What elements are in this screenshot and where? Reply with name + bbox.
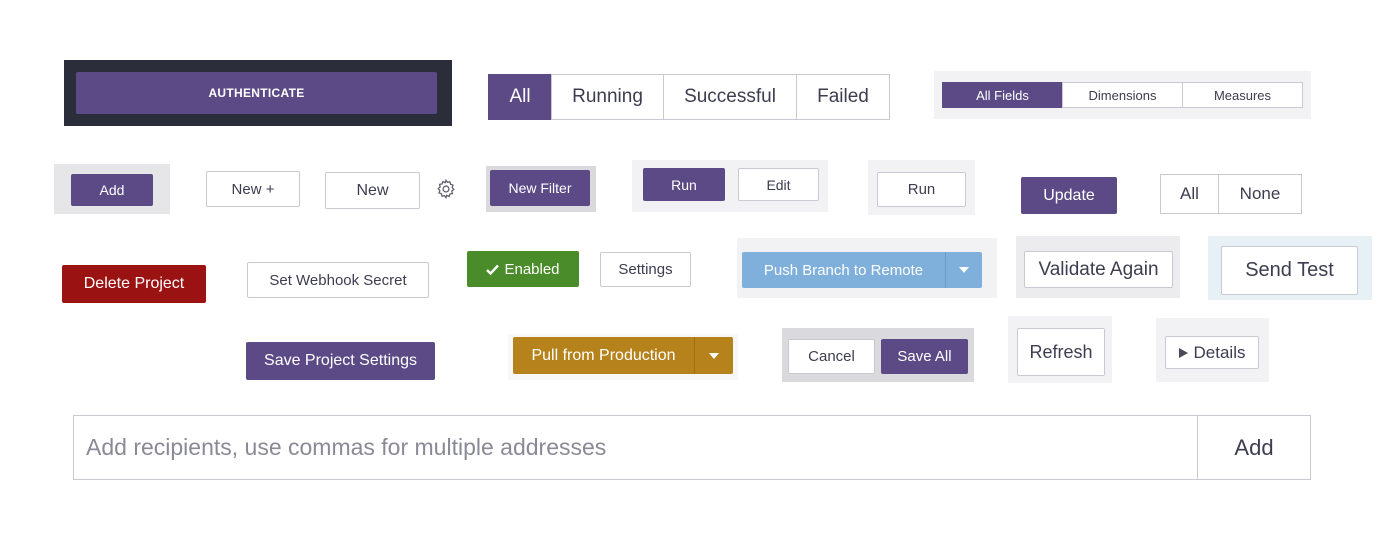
send-test-label: Send Test	[1245, 259, 1334, 281]
enabled-label: Enabled	[504, 260, 560, 278]
add-panel: Add	[54, 164, 170, 214]
status-filter-running-label: Running	[572, 86, 643, 107]
refresh-panel: Refresh	[1008, 316, 1112, 383]
authenticate-frame: AUTHENTICATE	[64, 60, 452, 126]
new-filter-button[interactable]: New Filter	[490, 170, 590, 206]
push-branch-label: Push Branch to Remote	[763, 261, 924, 279]
status-filter-all[interactable]: All	[488, 74, 552, 120]
authenticate-label: AUTHENTICATE	[208, 86, 305, 100]
cancel-label: Cancel	[808, 348, 855, 365]
add-button[interactable]: Add	[71, 174, 153, 206]
run-label: Run	[671, 176, 697, 193]
authenticate-button[interactable]: AUTHENTICATE	[76, 72, 437, 114]
pull-production-label: Pull from Production	[531, 346, 676, 364]
recipients-input[interactable]	[74, 416, 1197, 479]
cancel-button[interactable]: Cancel	[788, 339, 875, 374]
field-filter-all-fields-label: All Fields	[976, 87, 1029, 103]
check-icon	[486, 264, 500, 275]
edit-label: Edit	[766, 176, 791, 193]
save-all-button[interactable]: Save All	[881, 339, 968, 374]
run-edit-panel: Run Edit	[632, 160, 828, 212]
add-button-label: Add	[99, 182, 125, 198]
all-label: All	[1180, 184, 1199, 203]
all-none-group: All None	[1160, 174, 1302, 214]
play-triangle-icon	[1178, 347, 1188, 358]
caret-down-icon	[959, 267, 969, 273]
status-filter-successful[interactable]: Successful	[663, 74, 797, 120]
recipients-input-group: Add	[73, 415, 1311, 480]
new-button[interactable]: New	[325, 172, 420, 209]
pull-production-dropdown[interactable]	[695, 337, 733, 374]
update-label: Update	[1043, 186, 1095, 204]
push-branch-split-button: Push Branch to Remote	[742, 252, 982, 288]
new-label: New	[356, 181, 389, 199]
field-filter-group: All Fields Dimensions Measures	[942, 82, 1303, 108]
new-plus-label: New +	[231, 180, 275, 198]
push-branch-panel: Push Branch to Remote	[737, 238, 997, 298]
settings-button[interactable]: Settings	[600, 252, 691, 287]
run-outline-label: Run	[907, 181, 936, 198]
set-webhook-secret-button[interactable]: Set Webhook Secret	[247, 262, 429, 298]
status-filter-failed[interactable]: Failed	[796, 74, 890, 120]
none-label: None	[1239, 184, 1281, 203]
details-label: Details	[1193, 342, 1246, 362]
recipients-add-button[interactable]: Add	[1197, 416, 1310, 479]
cancel-save-panel: Cancel Save All	[782, 328, 974, 382]
field-filter-measures[interactable]: Measures	[1182, 82, 1303, 108]
details-panel: Details	[1156, 318, 1269, 382]
save-project-settings-label: Save Project Settings	[264, 352, 417, 369]
settings-label: Settings	[618, 261, 673, 278]
none-button[interactable]: None	[1218, 174, 1302, 214]
pull-production-panel: Pull from Production	[508, 334, 738, 380]
push-branch-dropdown[interactable]	[946, 252, 982, 288]
field-filter-all-fields[interactable]: All Fields	[942, 82, 1063, 108]
pull-production-split-button: Pull from Production	[513, 337, 733, 374]
caret-down-icon	[709, 352, 719, 359]
field-filter-measures-label: Measures	[1213, 87, 1272, 103]
new-filter-panel: New Filter	[486, 166, 596, 212]
status-filter-all-label: All	[509, 86, 531, 107]
field-filter-dimensions[interactable]: Dimensions	[1062, 82, 1183, 108]
field-filter-panel: All Fields Dimensions Measures	[934, 71, 1311, 119]
validate-again-label: Validate Again	[1038, 258, 1159, 280]
new-plus-button[interactable]: New +	[206, 171, 300, 207]
save-project-settings-button[interactable]: Save Project Settings	[246, 342, 435, 380]
details-button[interactable]: Details	[1165, 336, 1259, 369]
delete-project-button[interactable]: Delete Project	[62, 265, 206, 303]
save-all-label: Save All	[897, 348, 952, 365]
field-filter-dimensions-label: Dimensions	[1088, 87, 1157, 103]
delete-project-label: Delete Project	[83, 275, 185, 292]
status-filter-running[interactable]: Running	[551, 74, 664, 120]
status-filter-group: All Running Successful Failed	[488, 74, 890, 120]
edit-button[interactable]: Edit	[738, 168, 819, 201]
run-button[interactable]: Run	[643, 168, 725, 201]
push-branch-button[interactable]: Push Branch to Remote	[742, 252, 946, 288]
status-filter-failed-label: Failed	[817, 86, 869, 107]
set-webhook-secret-label: Set Webhook Secret	[269, 271, 407, 289]
send-test-button[interactable]: Send Test	[1221, 246, 1358, 295]
run-outline-button[interactable]: Run	[877, 172, 966, 207]
gear-icon[interactable]	[435, 178, 457, 200]
refresh-button[interactable]: Refresh	[1017, 328, 1105, 376]
enabled-button[interactable]: Enabled	[467, 251, 579, 287]
all-button[interactable]: All	[1160, 174, 1219, 214]
status-filter-successful-label: Successful	[684, 86, 776, 107]
validate-again-button[interactable]: Validate Again	[1024, 251, 1173, 288]
send-test-panel: Send Test	[1208, 236, 1372, 300]
validate-again-panel: Validate Again	[1016, 236, 1180, 298]
refresh-label: Refresh	[1029, 341, 1093, 362]
recipients-add-label: Add	[1234, 434, 1274, 460]
run-outline-panel: Run	[868, 160, 975, 215]
update-button[interactable]: Update	[1021, 177, 1117, 214]
pull-production-button[interactable]: Pull from Production	[513, 337, 695, 374]
new-filter-label: New Filter	[508, 180, 572, 196]
